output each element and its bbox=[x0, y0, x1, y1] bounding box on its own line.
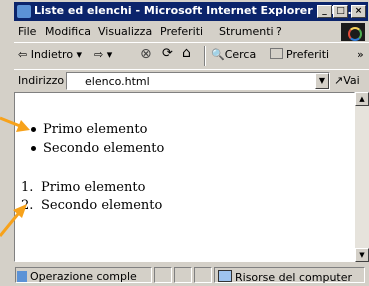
callout-arrow-ordered bbox=[0, 204, 27, 237]
callout-arrows bbox=[0, 116, 30, 237]
callout-arrow-unordered bbox=[0, 116, 30, 132]
